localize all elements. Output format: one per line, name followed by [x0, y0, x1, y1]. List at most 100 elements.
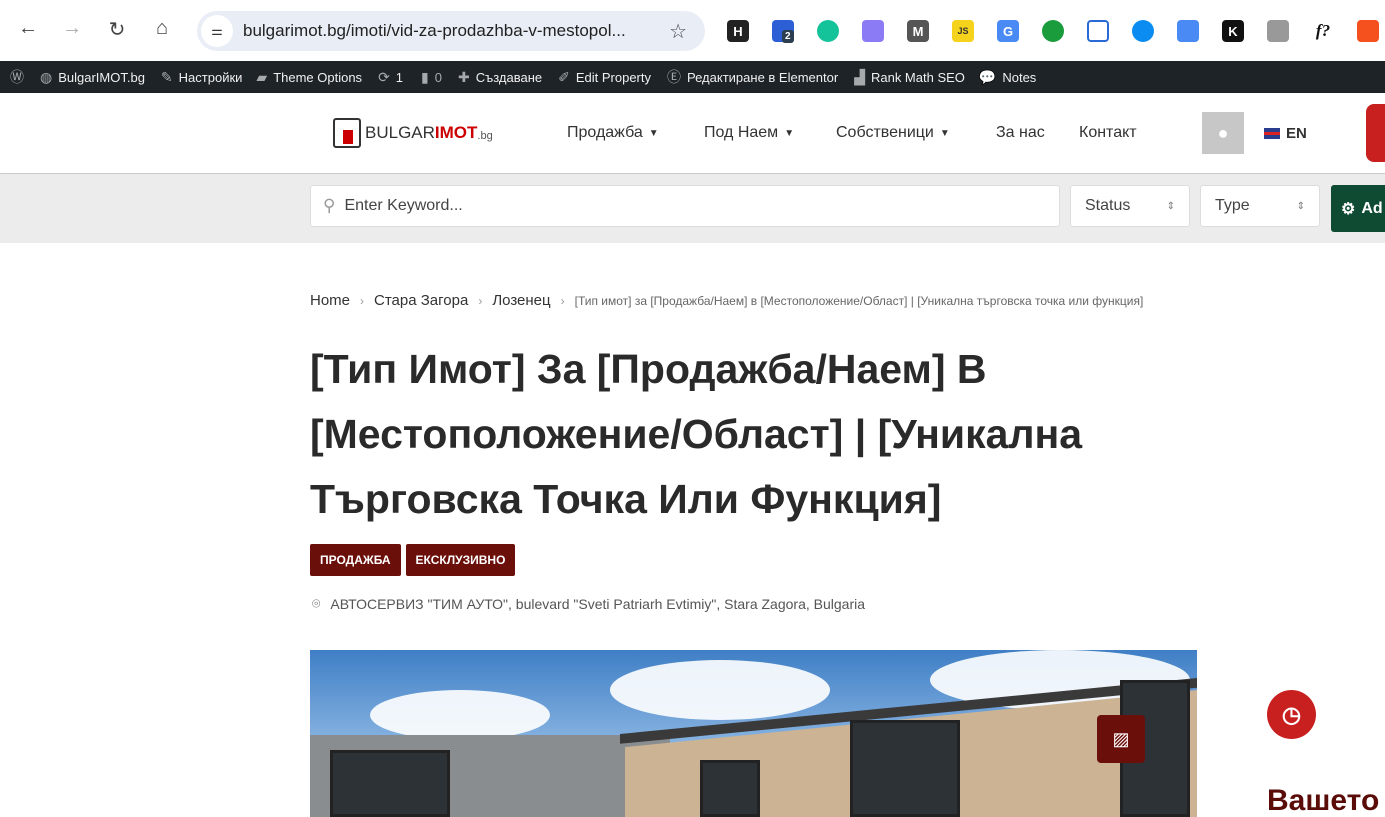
cloud	[370, 690, 550, 740]
nav-label: Контакт	[1079, 124, 1137, 141]
breadcrumb-link[interactable]: Стара Загора	[374, 292, 468, 309]
chevron-down-icon: ▼	[939, 127, 950, 139]
nav-za-nas[interactable]: За нас	[996, 124, 1045, 142]
admin-item-label: 1	[395, 69, 404, 85]
home-icon[interactable]: ⌂	[149, 17, 175, 40]
extension-icon[interactable]: f?	[1312, 20, 1334, 42]
reload-icon[interactable]: ↻	[104, 17, 130, 42]
logo-text: .bg	[477, 130, 493, 142]
browser-toolbar: ← → ↻ ⌂ ⚌ bulgarimot.bg/imoti/vid-za-pro…	[0, 0, 1385, 61]
label-badge[interactable]: ЕКСКЛУЗИВНО	[405, 544, 516, 576]
elementor-icon: Ⓔ	[667, 69, 682, 85]
extension-icon[interactable]	[1357, 20, 1379, 42]
extension-icon[interactable]	[1042, 20, 1064, 42]
admin-notes[interactable]: 💬 Notes	[979, 69, 1036, 86]
extension-icon[interactable]	[862, 20, 884, 42]
image-icon: ▨	[1112, 728, 1130, 749]
back-icon[interactable]: ←	[15, 17, 41, 40]
nav-label: Продажба	[567, 124, 643, 141]
property-tags: ПРОДАЖБА ЕКСКЛУЗИВНО	[310, 544, 516, 576]
admin-item-label: Notes	[1002, 69, 1037, 85]
extension-icon[interactable]: K	[1222, 20, 1244, 42]
bookmark-star-icon[interactable]: ☆	[669, 19, 687, 44]
extension-badge: 2	[782, 30, 794, 43]
user-icon: ●	[1217, 122, 1229, 143]
admin-comments[interactable]: ▮ 0	[421, 69, 442, 86]
url-text[interactable]: bulgarimot.bg/imoti/vid-za-prodazhba-v-m…	[243, 21, 669, 41]
keyword-search-input[interactable]: ⚲ Enter Keyword...	[310, 185, 1060, 227]
clock-icon[interactable]: ◷	[1267, 690, 1316, 739]
brush-icon: ✎	[160, 68, 173, 85]
nav-label: Собственици	[836, 124, 934, 141]
address-text: АВТОСЕРВИЗ "ТИМ АУТО", bulevard "Sveti P…	[330, 595, 866, 612]
sidebar-heading: Вашето	[1267, 784, 1380, 817]
admin-item-label: Създаване	[475, 69, 543, 85]
chevron-right-icon: ›	[360, 294, 365, 308]
property-photo[interactable]	[310, 650, 1197, 817]
logo-mark	[333, 118, 361, 148]
extension-icon[interactable]	[1177, 20, 1199, 42]
advanced-label: Ad	[1361, 199, 1383, 217]
dashboard-icon: ◍	[40, 68, 53, 85]
nav-kontakt[interactable]: Контакт	[1079, 124, 1137, 142]
admin-settings[interactable]: ✎ Настройки	[161, 69, 242, 86]
extension-icon[interactable]	[1087, 20, 1109, 42]
breadcrumb: Home › Стара Загора › Лозенец › [Тип имот] …	[310, 292, 1143, 309]
address-bar[interactable]: ⚌ bulgarimot.bg/imoti/vid-za-prodazhba-v…	[197, 11, 705, 51]
shazam-icon[interactable]	[1132, 20, 1154, 42]
breadcrumb-current: [Тип имот] за [Продажба/Наем] в [Местопо…	[574, 294, 1144, 308]
window	[850, 720, 960, 817]
admin-edit-property[interactable]: ✐ Edit Property	[558, 69, 651, 86]
nav-pod-naem[interactable]: Под Наем ▼	[704, 124, 794, 142]
gear-icon: ⚙	[1341, 200, 1356, 218]
admin-site[interactable]: ◍ BulgarIMOT.bg	[40, 69, 145, 86]
window	[700, 760, 760, 817]
status-label: Status	[1085, 197, 1131, 214]
grammarly-icon[interactable]	[817, 20, 839, 42]
js-extension-icon[interactable]: JS	[952, 20, 974, 42]
translate-icon[interactable]: G	[997, 20, 1019, 42]
plus-icon: ✚	[457, 68, 470, 85]
type-select[interactable]: Type ⇕	[1200, 185, 1320, 227]
nav-label: Под Наем	[704, 124, 779, 141]
admin-item-label: BulgarIMOT.bg	[58, 69, 145, 85]
site-settings-icon[interactable]: ⚌	[201, 15, 233, 47]
status-select[interactable]: Status ⇕	[1070, 185, 1190, 227]
extension-icon[interactable]: 2	[772, 20, 794, 43]
site-header	[0, 93, 1385, 174]
nav-label: За нас	[996, 124, 1045, 141]
chevron-right-icon: ›	[560, 294, 565, 308]
status-badge[interactable]: ПРОДАЖБА	[310, 544, 401, 576]
extension-icon[interactable]: M	[907, 20, 929, 42]
comment-icon: ▮	[421, 68, 429, 85]
type-label: Type	[1215, 197, 1250, 214]
admin-rank-math[interactable]: ▟ Rank Math SEO	[854, 69, 965, 86]
nav-sobstvenici[interactable]: Собственици ▼	[836, 124, 950, 142]
extension-icon[interactable]: H	[727, 20, 749, 42]
updown-icon: ⇕	[1166, 200, 1175, 212]
pencil-icon: ✐	[558, 68, 570, 85]
header-cta-button[interactable]	[1366, 104, 1385, 162]
user-avatar[interactable]: ●	[1202, 112, 1244, 154]
breadcrumb-link[interactable]: Лозенец	[492, 292, 550, 309]
admin-updates[interactable]: ⟳ 1	[378, 69, 403, 86]
search-icon: ⚲	[323, 196, 336, 215]
advanced-search-button[interactable]: ⚙ Ad	[1331, 185, 1385, 232]
rank-math-icon: ▟	[854, 68, 865, 85]
folder-icon: ▰	[256, 68, 268, 85]
nav-prodazhba[interactable]: Продажба ▼	[567, 124, 659, 142]
forward-icon[interactable]: →	[59, 17, 85, 40]
camera-icon[interactable]	[1267, 20, 1289, 42]
search-placeholder: Enter Keyword...	[344, 197, 463, 214]
language-label: EN	[1286, 125, 1307, 142]
breadcrumb-link[interactable]: Home	[310, 292, 350, 309]
site-logo[interactable]: BULGAR IMOT .bg	[333, 118, 493, 148]
window	[330, 750, 450, 817]
gallery-button[interactable]: ▨	[1097, 715, 1145, 763]
admin-wp-logo[interactable]: Ⓦ	[10, 67, 24, 87]
admin-item-label: Rank Math SEO	[870, 69, 965, 85]
admin-new[interactable]: ✚ Създаване	[458, 69, 542, 86]
admin-elementor[interactable]: Ⓔ Редактиране в Elementor	[667, 67, 838, 87]
admin-theme-options[interactable]: ▰ Theme Options	[256, 69, 362, 86]
language-switcher[interactable]: EN	[1264, 125, 1307, 142]
